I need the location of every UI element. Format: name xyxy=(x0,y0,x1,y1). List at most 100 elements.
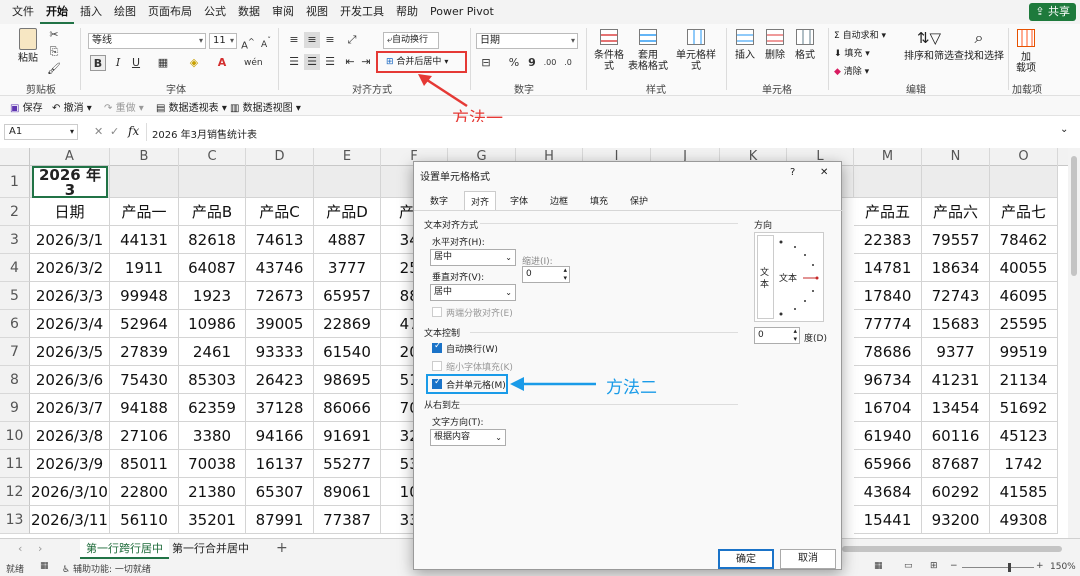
cell[interactable]: 产品B xyxy=(179,198,246,226)
cell[interactable]: 44131 xyxy=(110,226,179,254)
cell[interactable]: 77774 xyxy=(854,310,922,338)
font-color-icon[interactable]: A xyxy=(214,55,230,71)
cell[interactable]: 62359 xyxy=(179,394,246,422)
cell[interactable]: 99519 xyxy=(990,338,1058,366)
cell[interactable]: 2026/3/2 xyxy=(30,254,110,282)
row-header-10[interactable]: 10 xyxy=(0,422,30,450)
orientation-icon[interactable]: ⤢ xyxy=(344,32,360,48)
menu-2[interactable]: 插入 xyxy=(74,0,108,24)
pivot-table-button[interactable]: ▤ 数据透视表 ▾ xyxy=(156,99,227,114)
cell[interactable]: 产品一 xyxy=(110,198,179,226)
cell[interactable]: 1911 xyxy=(110,254,179,282)
row-header-9[interactable]: 9 xyxy=(0,394,30,422)
menu-11[interactable]: Power Pivot xyxy=(424,0,500,24)
delete-cells-button[interactable]: 删除 xyxy=(762,29,788,61)
macro-icon[interactable]: ▦ xyxy=(40,561,49,571)
cell[interactable]: 72673 xyxy=(246,282,314,310)
cut-icon[interactable]: ✂ xyxy=(46,27,62,43)
cell[interactable]: 65966 xyxy=(854,450,922,478)
bold-button[interactable]: B xyxy=(90,55,106,71)
row-header-8[interactable]: 8 xyxy=(0,366,30,394)
table-format-button[interactable]: 套用 表格格式 xyxy=(628,29,668,72)
cell[interactable] xyxy=(854,166,922,198)
cell[interactable]: 22869 xyxy=(314,310,381,338)
help-button[interactable]: ? xyxy=(790,167,795,178)
save-button[interactable]: ▣ 保存 xyxy=(10,99,43,114)
cell[interactable]: 2026/3/11 xyxy=(30,506,110,534)
cell[interactable]: 56110 xyxy=(110,506,179,534)
menu-3[interactable]: 绘图 xyxy=(108,0,142,24)
align-center-icon[interactable]: ☰ xyxy=(304,54,320,70)
select-all-corner[interactable] xyxy=(0,148,30,166)
percent-icon[interactable]: % xyxy=(506,55,522,71)
cell[interactable]: 2026/3/8 xyxy=(30,422,110,450)
phonetic-icon[interactable]: wén xyxy=(244,55,263,71)
page-layout-icon[interactable]: ▭ xyxy=(904,561,913,571)
expand-formula-icon[interactable]: ⌄ xyxy=(1060,124,1068,135)
cell[interactable]: 1923 xyxy=(179,282,246,310)
cell[interactable]: 55277 xyxy=(314,450,381,478)
italic-button[interactable]: I xyxy=(110,55,126,71)
cell[interactable]: 21380 xyxy=(179,478,246,506)
cell[interactable]: 27839 xyxy=(110,338,179,366)
menu-0[interactable]: 文件 xyxy=(6,0,40,24)
font-name-combo[interactable]: 等线 ▾ xyxy=(88,33,206,49)
cell[interactable]: 16704 xyxy=(854,394,922,422)
cell[interactable]: 39005 xyxy=(246,310,314,338)
cell[interactable]: 26423 xyxy=(246,366,314,394)
column-header-N[interactable]: N xyxy=(922,148,990,166)
cell[interactable]: 3380 xyxy=(179,422,246,450)
cell[interactable] xyxy=(179,166,246,198)
accounting-icon[interactable]: ⊟ xyxy=(478,55,494,71)
sheet-tab-active[interactable]: 第一行跨行居中 xyxy=(80,539,169,559)
cell[interactable]: 2026/3/5 xyxy=(30,338,110,366)
sort-filter-button[interactable]: ⇅▽ 排序和筛选 xyxy=(904,29,954,62)
cell[interactable]: 94188 xyxy=(110,394,179,422)
cell[interactable] xyxy=(922,166,990,198)
format-cells-button[interactable]: 格式 xyxy=(792,29,818,61)
cell[interactable]: 51692 xyxy=(990,394,1058,422)
cell[interactable]: 22383 xyxy=(854,226,922,254)
format-painter-icon[interactable]: 🖌 xyxy=(46,61,62,77)
formula-input[interactable]: 2026 年3月销售统计表 xyxy=(152,126,257,141)
h-align-select[interactable]: 居中 ⌄ xyxy=(430,249,516,266)
fill-color-icon[interactable]: ◈ xyxy=(186,55,202,71)
insert-cells-button[interactable]: 插入 xyxy=(732,29,758,61)
cell[interactable]: 2026/3/6 xyxy=(30,366,110,394)
align-left-icon[interactable]: ☰ xyxy=(286,54,302,70)
orientation-box[interactable]: 文本 文本 xyxy=(754,232,824,322)
cell[interactable]: 60292 xyxy=(922,478,990,506)
fx-icon[interactable]: fx xyxy=(128,124,139,138)
cell[interactable]: 产品D xyxy=(314,198,381,226)
cell[interactable]: 91691 xyxy=(314,422,381,450)
undo-button[interactable]: ↶ 撤消 ▾ xyxy=(52,99,92,114)
cell[interactable]: 27106 xyxy=(110,422,179,450)
menu-9[interactable]: 开发工具 xyxy=(334,0,390,24)
row-header-13[interactable]: 13 xyxy=(0,506,30,534)
cell[interactable]: 75430 xyxy=(110,366,179,394)
title-cell[interactable]: 2026 年3月销售统 xyxy=(32,166,108,198)
menu-5[interactable]: 公式 xyxy=(198,0,232,24)
distributed-checkbox[interactable] xyxy=(432,307,442,317)
confirm-icon[interactable]: ✓ xyxy=(110,125,119,138)
cell[interactable]: 82618 xyxy=(179,226,246,254)
cell[interactable]: 2461 xyxy=(179,338,246,366)
cell[interactable]: 4887 xyxy=(314,226,381,254)
align-top-icon[interactable]: ≡ xyxy=(286,32,302,48)
cell[interactable]: 2026/3/9 xyxy=(30,450,110,478)
cell[interactable]: 43684 xyxy=(854,478,922,506)
cell[interactable] xyxy=(314,166,381,198)
dialog-tab-5[interactable]: 保护 xyxy=(624,191,654,210)
cell[interactable]: 2026/3/10 xyxy=(30,478,110,506)
indent-spinner[interactable]: 0 ▴ ▾ xyxy=(522,266,570,283)
cell[interactable]: 41231 xyxy=(922,366,990,394)
vertical-scrollbar[interactable] xyxy=(1068,148,1080,538)
pivot-chart-button[interactable]: ▥ 数据透视图 ▾ xyxy=(230,99,301,114)
cell[interactable]: 46095 xyxy=(990,282,1058,310)
cell[interactable]: 65307 xyxy=(246,478,314,506)
clear-button[interactable]: ◆ 清除 ▾ xyxy=(834,64,869,77)
column-header-B[interactable]: B xyxy=(110,148,179,166)
scroll-thumb[interactable] xyxy=(1071,156,1077,276)
cell[interactable]: 37128 xyxy=(246,394,314,422)
decrease-indent-icon[interactable]: ⇤ xyxy=(342,54,358,70)
